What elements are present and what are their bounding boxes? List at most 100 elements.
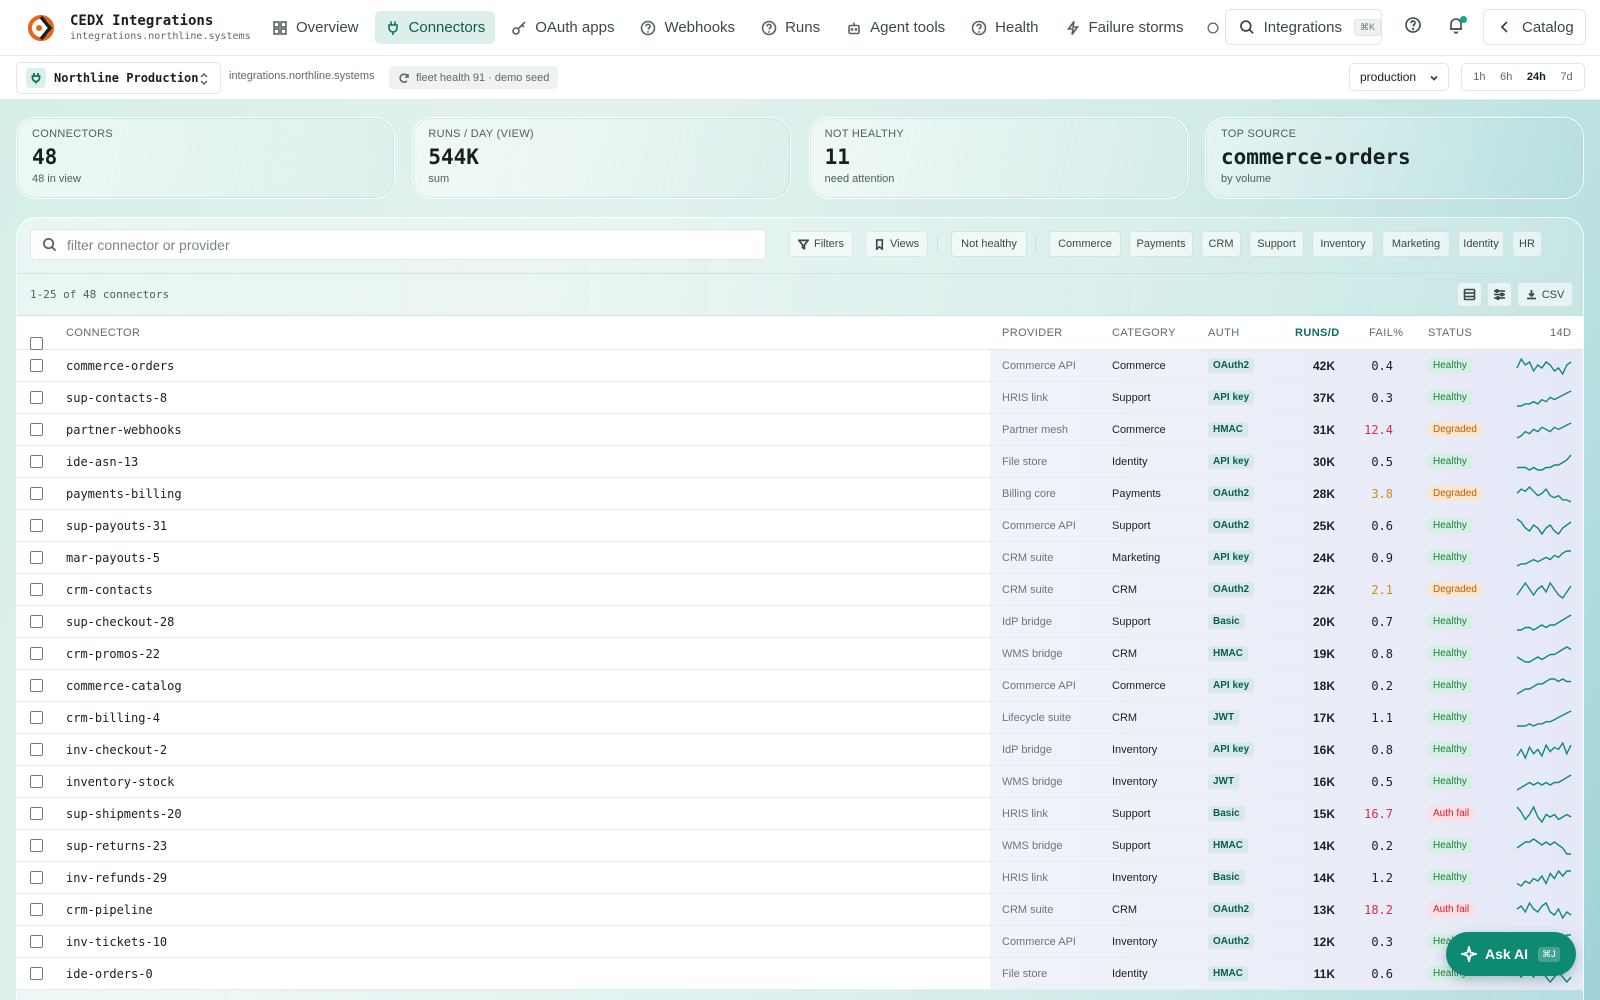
filters-button[interactable]: Filters	[789, 231, 853, 257]
category-chip-marketing[interactable]: Marketing	[1382, 231, 1450, 257]
row-checkbox[interactable]	[30, 711, 43, 724]
range-7d[interactable]: 7d	[1560, 71, 1572, 83]
density-button[interactable]	[1457, 282, 1482, 307]
connector-name[interactable]: crm-contacts	[66, 574, 153, 605]
row-checkbox[interactable]	[30, 903, 43, 916]
connector-name[interactable]: ide-orders-0	[66, 958, 153, 989]
col-status[interactable]: STATUS	[1428, 327, 1472, 339]
row-checkbox[interactable]	[30, 391, 43, 404]
table-row[interactable]: inv-checkout-2 IdP bridge Inventory API key…	[17, 734, 1583, 766]
row-checkbox[interactable]	[30, 551, 43, 564]
connector-name[interactable]: inv-tickets-10	[66, 926, 167, 957]
row-checkbox[interactable]	[30, 615, 43, 628]
table-row[interactable]: partner-webhooks Partner mesh Commerce HMAC…	[17, 414, 1583, 446]
connector-name[interactable]: payments-billing	[66, 478, 182, 509]
views-button[interactable]: Views	[865, 231, 929, 257]
catalog-button[interactable]: Catalog	[1483, 9, 1586, 45]
col-provider[interactable]: PROVIDER	[1002, 327, 1063, 339]
kpi-card[interactable]: RUNS / DAY (VIEW) 544K sum	[412, 117, 792, 199]
connector-name[interactable]: sup-contacts-8	[66, 382, 167, 413]
col-runs-per-day[interactable]: RUNS/D	[1295, 327, 1340, 339]
row-checkbox[interactable]	[30, 807, 43, 820]
nav-runs[interactable]: Runs	[751, 11, 830, 44]
connector-name[interactable]: mar-payouts-5	[66, 542, 160, 573]
connector-name[interactable]: ide-asn-13	[66, 446, 138, 477]
nav-failure-storms[interactable]: Failure storms	[1055, 11, 1194, 44]
connector-name[interactable]: inv-refunds-29	[66, 862, 167, 893]
kpi-card[interactable]: TOP SOURCE commerce-orders by volume	[1204, 117, 1584, 199]
col-connector[interactable]: CONNECTOR	[66, 327, 140, 339]
row-checkbox[interactable]	[30, 743, 43, 756]
environment-select[interactable]: production	[1349, 63, 1449, 91]
table-row[interactable]: sup-payouts-31 Commerce API Support OAuth2 2…	[17, 510, 1583, 542]
table-row[interactable]: inv-tickets-10 Commerce API Inventory OAuth…	[17, 926, 1583, 958]
nav-connectors[interactable]: Connectors	[374, 11, 496, 44]
row-checkbox[interactable]	[30, 871, 43, 884]
table-row[interactable]: sup-returns-23 WMS bridge Support HMAC 14K 0.…	[17, 830, 1583, 862]
connector-name[interactable]: commerce-orders	[66, 350, 174, 381]
connector-name[interactable]: sup-payouts-31	[66, 510, 167, 541]
range-1h[interactable]: 1h	[1473, 71, 1485, 83]
table-row[interactable]: inv-refunds-29 HRIS link Inventory Basic 14K…	[17, 862, 1583, 894]
row-checkbox[interactable]	[30, 519, 43, 532]
category-chip-commerce[interactable]: Commerce	[1049, 231, 1121, 257]
table-row[interactable]: crm-promos-22 WMS bridge CRM HMAC 19K 0.8 Heal…	[17, 638, 1583, 670]
org-selector[interactable]: Northline Production	[16, 62, 221, 94]
table-row[interactable]: crm-pipeline CRM suite CRM OAuth2 13K 18.2 Aut…	[17, 894, 1583, 926]
row-checkbox[interactable]	[30, 487, 43, 500]
connector-name[interactable]: crm-pipeline	[66, 894, 153, 925]
table-row[interactable]: ide-orders-0 File store Identity HMAC 11K 0.6…	[17, 958, 1583, 990]
kpi-card[interactable]: CONNECTORS 48 48 in view	[16, 117, 395, 199]
connector-name[interactable]: crm-promos-22	[66, 638, 160, 669]
table-row[interactable]: crm-billing-4 Lifecycle suite CRM JWT 17K 1.1…	[17, 702, 1583, 734]
table-row[interactable]: inventory-stock WMS bridge Inventory JWT 16K…	[17, 766, 1583, 798]
connector-name[interactable]: sup-checkout-28	[66, 606, 174, 637]
row-checkbox[interactable]	[30, 423, 43, 436]
connector-name[interactable]: sup-shipments-20	[66, 798, 182, 829]
category-chip-inventory[interactable]: Inventory	[1312, 231, 1374, 257]
table-row[interactable]: payments-billing Billing core Payments OAut…	[17, 478, 1583, 510]
row-checkbox[interactable]	[30, 455, 43, 468]
col-fail-percent[interactable]: FAIL%	[1369, 327, 1403, 339]
table-row[interactable]: sup-contacts-8 HRIS link Support API key 37K…	[17, 382, 1583, 414]
col-auth[interactable]: AUTH	[1208, 327, 1240, 339]
csv-export-button[interactable]: CSV	[1517, 282, 1573, 307]
nav-oauth-apps[interactable]: OAuth apps	[501, 11, 624, 44]
row-checkbox[interactable]	[30, 679, 43, 692]
nav-overview[interactable]: Overview	[262, 11, 369, 44]
connector-name[interactable]: inventory-stock	[66, 766, 174, 797]
global-search-button[interactable]: Integrations ⌘K	[1225, 9, 1382, 45]
kpi-card[interactable]: NOT HEALTHY 11 need attention	[808, 117, 1188, 199]
connector-filter-input[interactable]: filter connector or provider	[30, 229, 766, 260]
category-chip-crm[interactable]: CRM	[1201, 231, 1241, 257]
connector-name[interactable]: commerce-catalog	[66, 670, 182, 701]
columns-settings-button[interactable]	[1487, 282, 1512, 307]
ask-ai-button[interactable]: Ask AI ⌘J	[1446, 932, 1576, 976]
select-all-checkbox[interactable]	[30, 337, 43, 350]
row-checkbox[interactable]	[30, 935, 43, 948]
table-row[interactable]: sup-checkout-28 IdP bridge Support Basic 20K…	[17, 606, 1583, 638]
category-chip-support[interactable]: Support	[1249, 231, 1304, 257]
row-checkbox[interactable]	[30, 839, 43, 852]
nav-agent-tools[interactable]: Agent tools	[836, 11, 955, 44]
range-6h[interactable]: 6h	[1500, 71, 1512, 83]
brand[interactable]: CEDX Integrations integrations.northline…	[0, 13, 262, 43]
col-category[interactable]: CATEGORY	[1112, 327, 1176, 339]
table-row[interactable]: ide-asn-13 File store Identity API key 30K 0.…	[17, 446, 1583, 478]
connector-name[interactable]: partner-webhooks	[66, 414, 182, 445]
connector-name[interactable]: sup-returns-23	[66, 830, 167, 861]
table-row[interactable]: commerce-orders Commerce API Commerce OAuth…	[17, 350, 1583, 382]
table-row[interactable]: commerce-catalog Commerce API Commerce API …	[17, 670, 1583, 702]
row-checkbox[interactable]	[30, 583, 43, 596]
row-checkbox[interactable]	[30, 967, 43, 980]
not-healthy-chip[interactable]: Not healthy	[951, 231, 1027, 257]
row-checkbox[interactable]	[30, 359, 43, 372]
range-24h[interactable]: 24h	[1527, 71, 1546, 83]
category-chip-payments[interactable]: Payments	[1129, 231, 1193, 257]
notifications-button[interactable]	[1447, 16, 1469, 38]
table-row[interactable]: mar-payouts-5 CRM suite Marketing API key 24…	[17, 542, 1583, 574]
table-row[interactable]: sup-shipments-20 HRIS link Support Basic 15K…	[17, 798, 1583, 830]
help-button[interactable]	[1404, 16, 1426, 38]
nav-overflow-icon[interactable]	[1207, 20, 1219, 36]
row-checkbox[interactable]	[30, 647, 43, 660]
